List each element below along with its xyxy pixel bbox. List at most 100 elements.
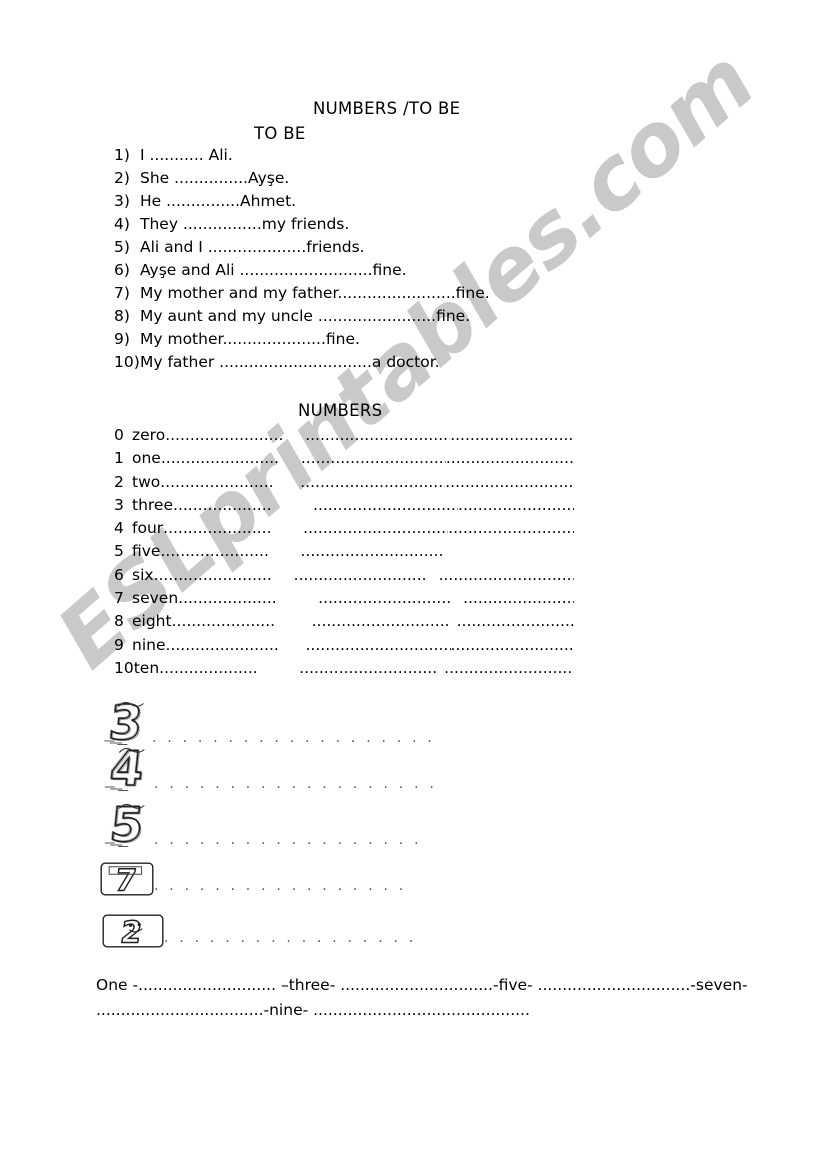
numbers-row-word: three bbox=[132, 495, 174, 514]
numbers-answer-blank[interactable]: ........................................… bbox=[300, 542, 445, 560]
numbers-row: 6 six....................................… bbox=[114, 566, 574, 589]
numbers-answer-blank[interactable]: .................... bbox=[173, 496, 313, 514]
to-be-item: 6) Ayşe and Ali .........................… bbox=[114, 261, 674, 284]
numbers-row-digit: 0 bbox=[114, 426, 124, 444]
numbers-answer-blank[interactable]: .................... bbox=[159, 659, 299, 677]
to-be-item-number: 3) bbox=[114, 192, 130, 210]
numbers-exercise-list: 0 zero...................................… bbox=[114, 426, 574, 682]
odd-number-sequence: One -............................ –three… bbox=[96, 973, 748, 1023]
to-be-item: 10) My father ...........................… bbox=[114, 353, 674, 376]
numbers-row-word: ten bbox=[133, 658, 160, 677]
to-be-item: 3) He ...............Ahmet. bbox=[114, 192, 674, 215]
digit-answer-blank[interactable]: . . . . . . . . . . . . . . . . . bbox=[164, 930, 416, 948]
numbers-row-word: six bbox=[132, 565, 154, 584]
numbers-answer-blank[interactable]: ............................ bbox=[299, 659, 444, 677]
sequence-line-1: One -............................ –three… bbox=[96, 976, 748, 994]
numbers-row-word: four bbox=[132, 519, 164, 538]
numbers-answer-blank[interactable]: .................... bbox=[178, 589, 318, 607]
to-be-item: 5) Ali and I ....................friends. bbox=[114, 238, 674, 261]
digit-picture-row: 555. . . . . . . . . . . . . . . . . . bbox=[98, 800, 518, 850]
numbers-row: 5 five...................................… bbox=[114, 542, 574, 565]
numbers-answer-blank[interactable]: ........................... bbox=[294, 566, 439, 584]
numbers-answer-blank[interactable]: ................................. bbox=[448, 519, 574, 537]
page-title: NUMBERS /TO BE bbox=[313, 99, 461, 118]
numbers-answer-blank[interactable]: .............................. bbox=[303, 519, 448, 537]
numbers-answer-blank[interactable]: ............................. bbox=[444, 659, 574, 677]
numbers-answer-blank[interactable]: ........................... bbox=[318, 589, 463, 607]
numbers-answer-blank[interactable]: .................................. bbox=[458, 496, 574, 514]
digit-answer-blank[interactable]: . . . . . . . . . . . . . . . . . . . bbox=[154, 776, 437, 794]
to-be-item-number: 1) bbox=[114, 146, 130, 164]
digit-picture-row: 333. . . . . . . . . . . . . . . . . . . bbox=[98, 698, 518, 748]
numbers-answer-blank[interactable]: ............................... bbox=[457, 612, 574, 630]
numbers-row-digit: 7 bbox=[114, 589, 124, 608]
numbers-row: 4 four...................................… bbox=[114, 519, 574, 542]
to-be-item: 8) My aunt and my uncle .................… bbox=[114, 307, 674, 330]
to-be-item: 7) My mother and my father...............… bbox=[114, 284, 674, 307]
numbers-row-word: two bbox=[132, 472, 161, 491]
to-be-item-number: 2) bbox=[114, 169, 130, 187]
to-be-exercise-list: 1) I ........... Ali. 2) She ..............… bbox=[114, 146, 674, 376]
numbers-answer-blank[interactable]: ...................... bbox=[163, 519, 303, 537]
numbers-answer-blank[interactable]: ....................... bbox=[166, 636, 306, 654]
digit-3-icon: 333 bbox=[98, 698, 152, 748]
numbers-answer-blank[interactable]: ............................... bbox=[300, 473, 445, 491]
svg-text:3: 3 bbox=[105, 698, 144, 748]
digit-picture-row: 2 . . . . . . . . . . . . . . . . . bbox=[98, 914, 518, 948]
to-be-item-number: 6) bbox=[114, 261, 130, 279]
numbers-row: 10 ten...................................… bbox=[114, 659, 574, 682]
to-be-item-text: My father ..............................… bbox=[140, 353, 440, 371]
numbers-row-digit: 4 bbox=[114, 519, 124, 538]
digit-answer-blank[interactable]: . . . . . . . . . . . . . . . . . bbox=[154, 878, 406, 896]
to-be-item-text: They ................my friends. bbox=[140, 215, 350, 233]
digit-2-icon: 2 bbox=[102, 914, 164, 948]
numbers-row-word: seven bbox=[132, 589, 179, 608]
numbers-answer-blank[interactable]: ............................... bbox=[450, 426, 574, 444]
numbers-row: 9 nine...................................… bbox=[114, 636, 574, 659]
numbers-answer-blank[interactable]: ................................ bbox=[446, 449, 574, 467]
numbers-answer-blank[interactable]: ............................... bbox=[305, 426, 450, 444]
digit-pictures-list: 333. . . . . . . . . . . . . . . . . . .… bbox=[98, 698, 518, 948]
to-be-item-text: Ali and I ....................friends. bbox=[140, 238, 365, 256]
to-be-item: 9) My mother.....................fine. bbox=[114, 330, 674, 353]
numbers-answer-blank[interactable]: .............................. bbox=[313, 496, 458, 514]
to-be-item-text: My mother.....................fine. bbox=[140, 330, 360, 348]
to-be-item-number: 8) bbox=[114, 307, 130, 325]
digit-answer-blank[interactable]: . . . . . . . . . . . . . . . . . . bbox=[154, 832, 422, 850]
sequence-line-2: ..................................-nine-… bbox=[96, 1001, 530, 1019]
numbers-answer-blank[interactable]: ............................... bbox=[301, 449, 446, 467]
digit-7-icon: 7 bbox=[100, 862, 154, 896]
to-be-item-number: 4) bbox=[114, 215, 130, 233]
numbers-row-word: nine bbox=[132, 635, 166, 654]
numbers-row-digit: 2 bbox=[114, 472, 124, 491]
to-be-item-number: 9) bbox=[114, 330, 130, 348]
numbers-answer-blank[interactable]: ................................. bbox=[445, 473, 574, 491]
numbers-row-digit: 5 bbox=[114, 542, 124, 561]
svg-text:2: 2 bbox=[118, 916, 144, 948]
numbers-answer-blank[interactable]: .............................. bbox=[463, 589, 574, 607]
to-be-item-text: My aunt and my uncle ...................… bbox=[140, 307, 471, 325]
numbers-answer-blank[interactable]: ........................ bbox=[165, 426, 305, 444]
numbers-answer-blank[interactable]: ...................... bbox=[160, 542, 300, 560]
numbers-row-digit: 3 bbox=[114, 495, 124, 514]
numbers-row: 2 two....................................… bbox=[114, 473, 574, 496]
to-be-item: 2) She ...............Ayşe. bbox=[114, 169, 674, 192]
numbers-answer-blank[interactable]: ............................ bbox=[312, 612, 457, 630]
numbers-answer-blank[interactable]: ........................ bbox=[161, 449, 301, 467]
digit-picture-row: 7. . . . . . . . . . . . . . . . . bbox=[98, 862, 518, 896]
digit-5-icon: 555 bbox=[98, 800, 154, 850]
numbers-answer-blank[interactable]: .............................. bbox=[306, 636, 451, 654]
numbers-answer-blank[interactable]: ..................... bbox=[172, 612, 312, 630]
numbers-answer-blank[interactable]: ....................... bbox=[160, 473, 300, 491]
numbers-row-digit: 9 bbox=[114, 635, 124, 654]
numbers-row-word: eight bbox=[132, 612, 172, 631]
worksheet-page: NUMBERS /TO BE TO BE 1) I ........... Ali… bbox=[0, 0, 821, 1169]
numbers-row-digit: 6 bbox=[114, 565, 124, 584]
numbers-row: 0 zero...................................… bbox=[114, 426, 574, 449]
numbers-answer-blank[interactable]: ............................ bbox=[451, 636, 575, 654]
to-be-item-number: 5) bbox=[114, 238, 130, 256]
to-be-item-number: 7) bbox=[114, 284, 130, 302]
numbers-answer-blank[interactable]: ........................ bbox=[154, 566, 294, 584]
numbers-row-digit: 8 bbox=[114, 612, 124, 631]
numbers-answer-blank[interactable]: ............................. bbox=[439, 566, 574, 584]
